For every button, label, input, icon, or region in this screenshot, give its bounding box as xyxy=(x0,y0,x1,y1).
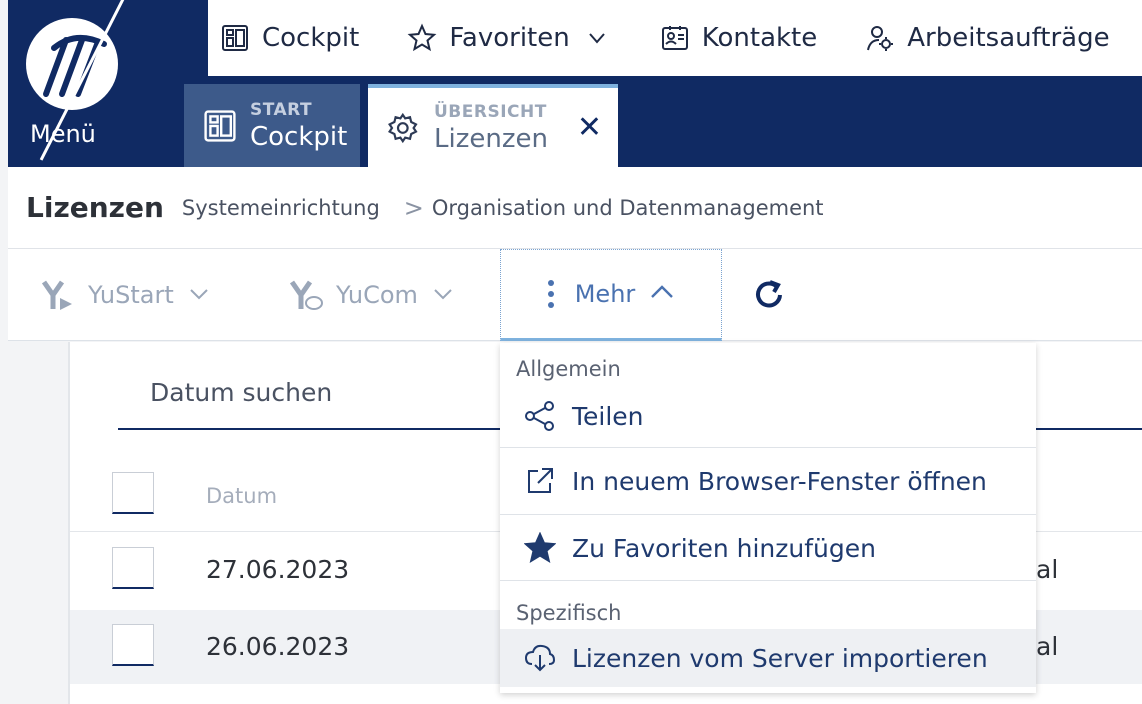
share-icon xyxy=(522,398,558,434)
tab-cockpit[interactable]: START Cockpit xyxy=(184,84,360,167)
toolbar: YuStart YuCom Mehr xyxy=(8,249,1142,341)
mehr-label: Mehr xyxy=(574,280,636,308)
more-vertical-icon xyxy=(547,279,555,309)
cloud-download-icon xyxy=(522,640,558,676)
star-filled-icon xyxy=(522,530,558,566)
mehr-dropdown-menu: Allgemein Teilen In neuem Browser-Fenste… xyxy=(500,343,1036,693)
menu-item-import-licenses[interactable]: Lizenzen vom Server importieren xyxy=(500,629,1036,687)
yustart-button[interactable]: YuStart xyxy=(38,249,210,341)
nav-item-favoriten[interactable]: Favoriten xyxy=(407,23,611,53)
cell-datum: 27.06.2023 xyxy=(206,555,350,584)
menu-item-open-new-window[interactable]: In neuem Browser-Fenster öffnen xyxy=(500,450,1036,512)
nav-item-label: Favoriten xyxy=(449,23,570,53)
menu-divider xyxy=(500,580,1036,581)
cell-partial: al xyxy=(1036,632,1059,661)
nav-item-label: Cockpit xyxy=(262,23,360,53)
tab-title: Lizenzen xyxy=(434,123,548,154)
menu-button[interactable]: Menü xyxy=(8,0,208,167)
tab-kicker: START xyxy=(250,99,313,120)
select-all-checkbox[interactable] xyxy=(112,472,154,514)
yucom-button[interactable]: YuCom xyxy=(286,249,454,341)
menu-item-label: In neuem Browser-Fenster öffnen xyxy=(572,466,987,496)
yucom-label: YuCom xyxy=(336,281,418,309)
settings-gear-icon xyxy=(384,108,424,148)
breadcrumb-item-systemeinrichtung[interactable]: Systemeinrichtung xyxy=(182,196,380,220)
menu-item-add-favorite[interactable]: Zu Favoriten hinzufügen xyxy=(500,517,1036,579)
mehr-button[interactable]: Mehr xyxy=(500,249,722,341)
row-checkbox[interactable] xyxy=(112,547,154,589)
chevron-down-icon xyxy=(582,23,612,53)
row-checkbox[interactable] xyxy=(112,624,154,666)
close-tab-icon[interactable]: ✕ xyxy=(577,110,602,145)
tab-kicker: ÜBERSICHT xyxy=(434,101,547,122)
contact-card-icon xyxy=(660,23,690,53)
worker-gear-icon xyxy=(865,23,895,53)
refresh-icon xyxy=(750,276,788,314)
tab-title: Cockpit xyxy=(250,121,348,152)
cockpit-icon xyxy=(200,106,240,146)
cell-partial: al xyxy=(1036,555,1059,584)
chevron-right-icon: > xyxy=(403,193,424,222)
menu-item-label: Lizenzen vom Server importieren xyxy=(572,643,988,673)
nav-item-kontakte[interactable]: Kontakte xyxy=(660,23,818,53)
nav-item-cockpit[interactable]: Cockpit xyxy=(220,23,359,53)
search-placeholder: Datum suchen xyxy=(150,378,333,407)
section-label-allgemein: Allgemein xyxy=(516,357,621,381)
nav-item-arbeitsauftraege[interactable]: Arbeitsaufträge xyxy=(865,23,1110,53)
menu-divider xyxy=(500,447,1036,448)
chevron-down-icon xyxy=(188,283,210,307)
yucom-icon xyxy=(286,277,326,313)
external-link-icon xyxy=(522,463,558,499)
menu-item-label: Teilen xyxy=(572,401,644,431)
column-header-datum[interactable]: Datum xyxy=(206,484,277,508)
tab-lizenzen[interactable]: ÜBERSICHT Lizenzen ✕ xyxy=(368,84,618,167)
breadcrumb: Lizenzen Systemeinrichtung > Organisatio… xyxy=(8,167,1142,249)
yustart-icon xyxy=(38,277,78,313)
nav-item-label: Arbeitsaufträge xyxy=(907,23,1110,53)
chevron-down-icon xyxy=(432,283,454,307)
section-label-spezifisch: Spezifisch xyxy=(516,601,622,625)
yustart-label: YuStart xyxy=(88,281,174,309)
menu-item-teilen[interactable]: Teilen xyxy=(500,387,1036,445)
menu-divider xyxy=(500,514,1036,515)
page-title: Lizenzen xyxy=(26,191,164,224)
menu-label: Menü xyxy=(30,120,96,148)
chevron-up-icon xyxy=(649,282,675,306)
nav-item-label: Kontakte xyxy=(701,23,818,53)
cell-datum: 26.06.2023 xyxy=(206,632,350,661)
cockpit-icon xyxy=(220,23,250,53)
menu-item-label: Zu Favoriten hinzufügen xyxy=(572,533,876,563)
refresh-button[interactable] xyxy=(750,249,788,341)
breadcrumb-item-organisation[interactable]: Organisation und Datenmanagement xyxy=(432,196,824,220)
top-navigation: Cockpit Favoriten Kontakte Arbeitsaufträ… xyxy=(208,0,1142,76)
star-outline-icon xyxy=(407,23,437,53)
